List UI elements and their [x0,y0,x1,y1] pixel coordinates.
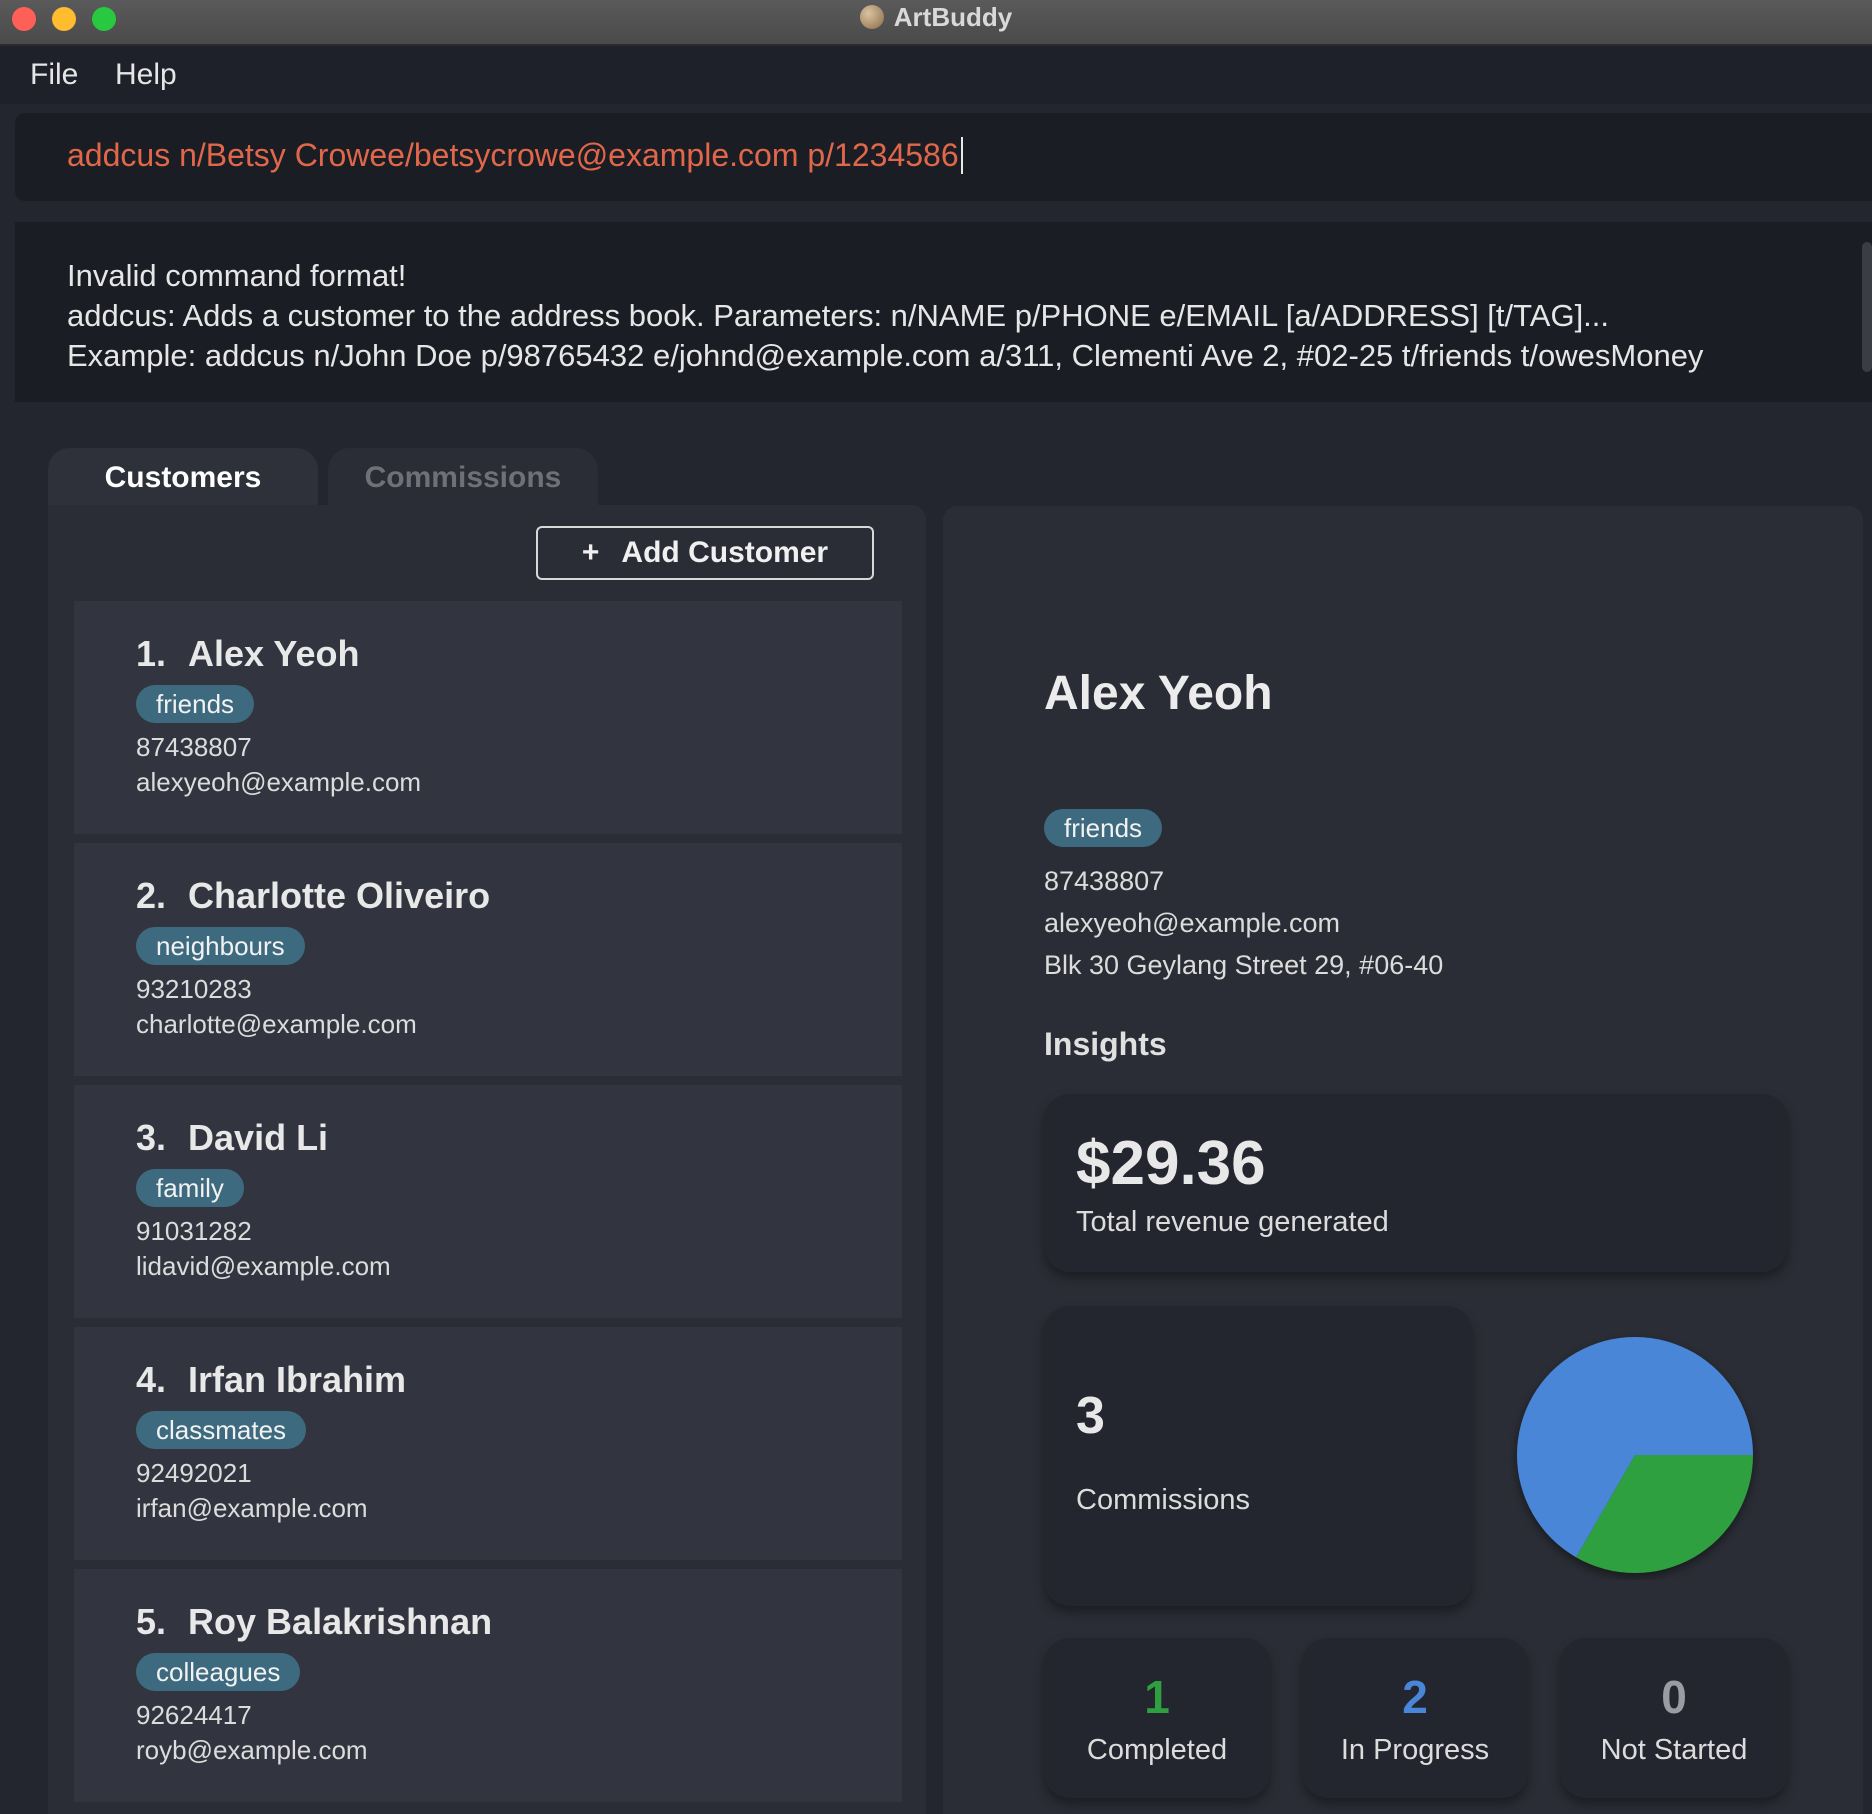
customer-email: alexyeoh@example.com [136,767,422,797]
customer-card[interactable]: 3. David Li family 91031282 lidavid@examp… [74,1085,902,1318]
customer-name-text: Irfan Ibrahim [188,1359,407,1400]
customer-email: charlotte@example.com [136,1009,417,1039]
result-line-usage: addcus: Adds a customer to the address b… [67,298,1610,333]
customer-index: 5. [136,1601,167,1642]
window-title: ArtBuddy [0,2,1872,33]
customer-phone: 87438807 [136,732,252,762]
customer-tag: neighbours [136,927,305,965]
customer-email: lidavid@example.com [136,1251,391,1281]
commission-status-pie [1517,1337,1753,1573]
commissions-count-card: 3 Commissions [1044,1306,1472,1606]
in-progress-card: 2 In Progress [1302,1638,1528,1798]
customer-phone: 91031282 [136,1216,252,1246]
title-bar: ArtBuddy [0,0,1872,46]
detail-tag: friends [1044,809,1163,847]
customer-name-text: Roy Balakrishnan [188,1601,493,1642]
result-display: Invalid command format! addcus: Adds a c… [15,222,1872,402]
revenue-label: Total revenue generated [1076,1206,1389,1238]
tab-customers[interactable]: Customers [48,448,318,506]
command-input[interactable]: addcus n/Betsy Crowee/betsycrowe@example… [67,137,963,174]
customer-name: 5. Roy Balakrishnan [136,1601,492,1643]
customer-name: 4. Irfan Ibrahim [136,1359,406,1401]
result-line-error: Invalid command format! [67,258,407,293]
customer-name-text: Alex Yeoh [188,633,360,674]
customer-index: 2. [136,875,167,916]
not-started-count: 0 [1661,1671,1687,1723]
add-customer-button[interactable]: + Add Customer [536,526,874,580]
revenue-value: $29.36 [1076,1129,1266,1198]
menu-file[interactable]: File [30,58,78,92]
add-customer-label: Add Customer [621,536,829,569]
result-scrollbar[interactable] [1862,242,1872,372]
in-progress-count: 2 [1402,1671,1428,1723]
customer-tag: classmates [136,1411,307,1449]
customer-tag: friends [136,685,255,723]
menu-bar: File Help [0,46,1872,104]
not-started-label: Not Started [1600,1734,1748,1766]
customer-index: 1. [136,633,167,674]
detail-name: Alex Yeoh [1044,667,1273,720]
palette-icon [859,5,884,29]
customer-email: irfan@example.com [136,1493,368,1523]
customer-tag: colleagues [136,1653,301,1691]
revenue-card: $29.36 Total revenue generated [1044,1094,1788,1272]
customer-name: 2. Charlotte Oliveiro [136,875,490,917]
customer-name: 3. David Li [136,1117,328,1159]
customer-card[interactable]: 4. Irfan Ibrahim classmates 92492021 irfa… [74,1327,902,1560]
customer-name-text: David Li [188,1117,329,1158]
plus-icon: + [581,536,600,569]
customer-name: 1. Alex Yeoh [136,633,359,675]
command-box[interactable]: addcus n/Betsy Crowee/betsycrowe@example… [15,113,1872,201]
detail-email: alexyeoh@example.com [1044,908,1341,938]
completed-card: 1 Completed [1044,1638,1270,1798]
customer-card[interactable]: 2. Charlotte Oliveiro neighbours 93210283… [74,843,902,1076]
customer-index: 4. [136,1359,167,1400]
detail-address: Blk 30 Geylang Street 29, #06-40 [1044,950,1444,980]
customer-phone: 93210283 [136,974,252,1004]
customer-phone: 92492021 [136,1458,252,1488]
in-progress-label: In Progress [1340,1734,1490,1766]
customer-name-text: Charlotte Oliveiro [188,875,491,916]
window-title-text: ArtBuddy [893,2,1013,32]
customer-card[interactable]: 1. Alex Yeoh friends 87438807 alexyeoh@ex… [74,601,902,834]
commissions-label: Commissions [1076,1484,1251,1516]
customer-tag: family [136,1169,244,1207]
completed-label: Completed [1086,1734,1228,1766]
menu-help[interactable]: Help [115,58,177,92]
detail-phone: 87438807 [1044,866,1165,896]
completed-count: 1 [1144,1671,1170,1723]
customer-index: 3. [136,1117,167,1158]
insights-heading: Insights [1044,1026,1167,1062]
customer-email: royb@example.com [136,1735,368,1765]
not-started-card: 0 Not Started [1560,1638,1788,1798]
commissions-count: 3 [1076,1387,1105,1445]
tab-commissions[interactable]: Commissions [328,448,598,506]
customer-card[interactable]: 5. Roy Balakrishnan colleagues 92624417 r… [74,1569,902,1802]
result-line-example: Example: addcus n/John Doe p/98765432 e/… [67,338,1704,373]
customer-phone: 92624417 [136,1700,252,1730]
